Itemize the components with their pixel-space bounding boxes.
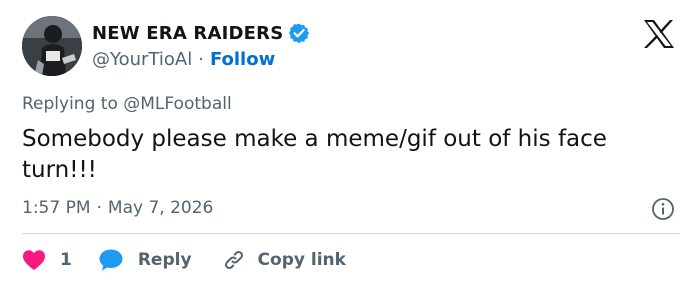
divider: [22, 233, 680, 234]
tweet-text: Somebody please make a meme/gif out of h…: [22, 126, 607, 183]
follow-button[interactable]: Follow: [210, 49, 275, 70]
author-name-row: NEW ERA RAIDERS: [92, 21, 310, 45]
author-handle[interactable]: @YourTioAl: [92, 49, 192, 70]
author-handle-row: @YourTioAl · Follow: [92, 49, 310, 70]
like-count: 1: [60, 250, 72, 270]
copy-link-label: Copy link: [257, 250, 346, 270]
avatar[interactable]: [22, 16, 82, 76]
reply-label: Reply: [137, 250, 192, 270]
verified-badge-icon: [288, 22, 310, 44]
tweet-actions: 1 Reply Copy link: [22, 247, 346, 273]
heart-icon: [22, 249, 46, 271]
replying-to[interactable]: Replying to @MLFootball: [22, 94, 232, 114]
tweet-date[interactable]: May 7, 2026: [108, 198, 213, 218]
reply-button[interactable]: Reply: [98, 248, 192, 272]
x-logo-icon[interactable]: [642, 19, 676, 49]
info-icon[interactable]: [651, 197, 675, 221]
speech-bubble-icon: [98, 248, 124, 272]
separator-dot: ·: [198, 49, 204, 70]
author-display-name[interactable]: NEW ERA RAIDERS: [92, 23, 283, 44]
tweet-author: NEW ERA RAIDERS @YourTioAl · Follow: [92, 21, 310, 70]
tweet-timestamp[interactable]: 1:57 PM · May 7, 2026: [22, 198, 213, 218]
tweet-time[interactable]: 1:57 PM: [22, 198, 91, 218]
avatar-image: [22, 16, 82, 76]
timestamp-separator: ·: [96, 198, 102, 218]
link-icon: [222, 248, 246, 272]
like-button[interactable]: 1: [22, 249, 72, 271]
copy-link-button[interactable]: Copy link: [222, 248, 346, 272]
